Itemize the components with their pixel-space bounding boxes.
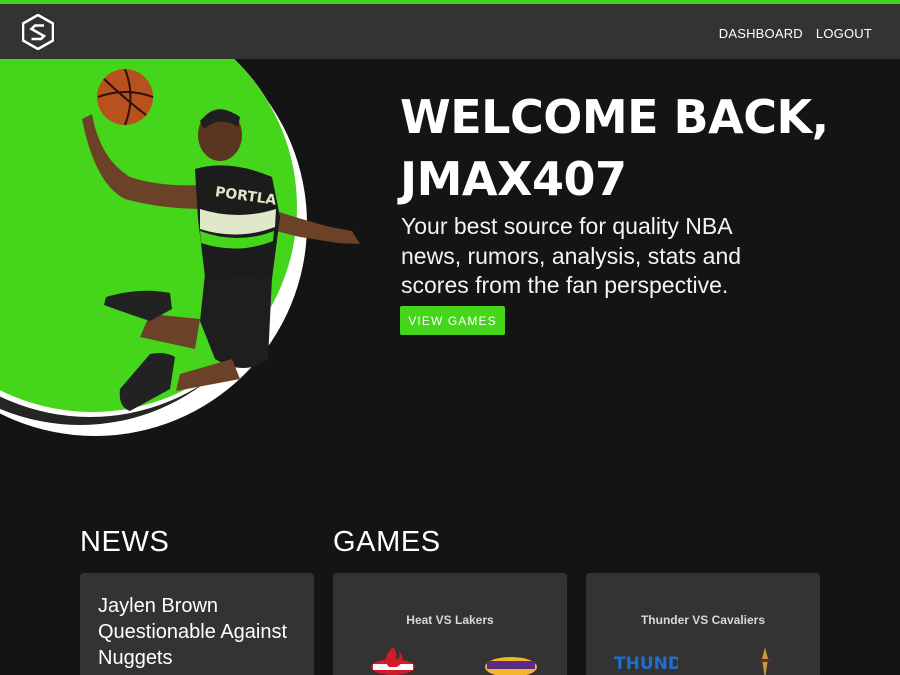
hero-player-illustration: PORTLA (0, 59, 360, 436)
hero-tagline: Your best source for quality NBA news, r… (401, 213, 742, 298)
welcome-username: JMAX407 (400, 152, 627, 206)
stacked-s-logo-icon[interactable] (22, 14, 54, 50)
game-matchup-title: Heat VS Lakers (406, 613, 494, 627)
game-card-thunder-cavaliers[interactable]: Thunder VS Cavaliers THUNDER (586, 573, 820, 675)
nav-dashboard-link[interactable]: DASHBOARD (719, 26, 803, 41)
game-matchup-title: Thunder VS Cavaliers (640, 613, 766, 627)
game-card-heat-lakers[interactable]: Heat VS Lakers (333, 573, 567, 675)
svg-text:THUNDER: THUNDER (614, 654, 678, 674)
view-games-button[interactable]: VIEW GAMES (400, 306, 505, 335)
cavaliers-logo-icon (759, 647, 771, 675)
nav-links: DASHBOARD LOGOUT (719, 26, 872, 41)
news-headline: Jaylen Brown Questionable Against Nugget… (98, 595, 288, 669)
news-card[interactable]: Jaylen Brown Questionable Against Nugget… (80, 573, 314, 675)
games-section-title: GAMES (333, 526, 441, 558)
thunder-logo-icon: THUNDER (614, 654, 678, 674)
welcome-heading: WELCOME BACK, JMAX407 (400, 86, 860, 210)
lakers-logo-icon (485, 657, 537, 675)
welcome-line-1: WELCOME BACK, (400, 90, 829, 144)
nav-logout-link[interactable]: LOGOUT (816, 26, 872, 41)
top-nav-bar: DASHBOARD LOGOUT (0, 0, 900, 59)
heat-logo-icon (371, 647, 415, 675)
news-section-title: NEWS (80, 526, 170, 558)
